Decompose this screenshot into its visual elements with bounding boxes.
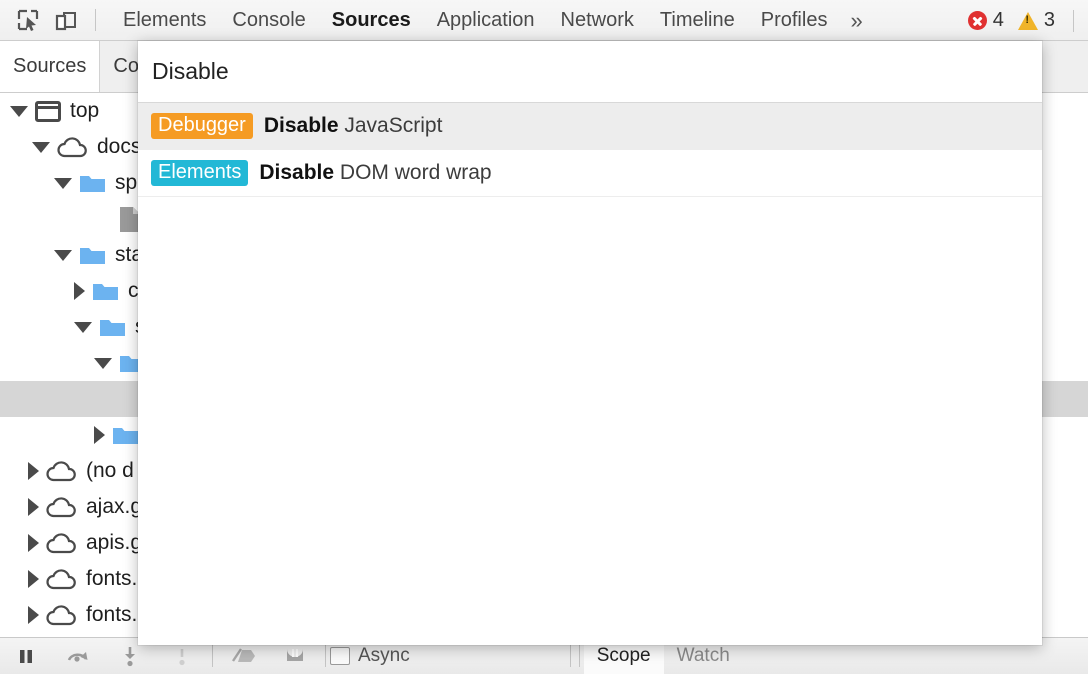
cloud-icon bbox=[46, 461, 77, 482]
issue-counters: 4 3 bbox=[968, 0, 1074, 41]
toolbar-divider bbox=[570, 645, 571, 667]
command-menu-results: Debugger Disable JavaScript Elements Dis… bbox=[138, 103, 1042, 645]
subtab-sources[interactable]: Sources bbox=[0, 41, 100, 92]
tree-spacer bbox=[94, 219, 112, 220]
toolbar-divider bbox=[212, 645, 213, 667]
more-tabs-chevron-icon[interactable]: » bbox=[840, 0, 872, 41]
toolbar-divider bbox=[579, 645, 580, 667]
frame-icon bbox=[35, 101, 61, 122]
async-checkbox[interactable] bbox=[330, 647, 350, 665]
devtools-window: Elements Console Sources Application Net… bbox=[0, 0, 1088, 674]
pause-icon[interactable] bbox=[0, 638, 52, 674]
command-menu-input[interactable] bbox=[138, 41, 1042, 102]
folder-icon bbox=[79, 173, 106, 194]
command-menu-item[interactable]: Elements Disable DOM word wrap bbox=[138, 150, 1042, 197]
warning-count: 3 bbox=[1044, 9, 1055, 32]
folder-icon bbox=[79, 245, 106, 266]
cloud-icon bbox=[46, 497, 77, 518]
chevron-down-icon[interactable] bbox=[32, 142, 50, 153]
tab-network[interactable]: Network bbox=[548, 0, 647, 41]
chevron-right-icon[interactable] bbox=[28, 498, 39, 516]
tree-item-label: top bbox=[70, 99, 105, 123]
toolbar-divider bbox=[95, 9, 96, 31]
folder-icon bbox=[92, 281, 119, 302]
tree-item-label: fonts. bbox=[86, 603, 143, 627]
tree-item-label: fonts. bbox=[86, 567, 143, 591]
chevron-right-icon[interactable] bbox=[28, 606, 39, 624]
command-category-badge: Elements bbox=[151, 160, 248, 186]
command-menu-item-label: Disable DOM word wrap bbox=[259, 161, 491, 185]
main-toolbar: Elements Console Sources Application Net… bbox=[0, 0, 1088, 41]
async-label: Async bbox=[358, 645, 410, 667]
step-over-icon[interactable] bbox=[52, 638, 104, 674]
chevron-right-icon[interactable] bbox=[28, 462, 39, 480]
folder-icon bbox=[112, 425, 139, 446]
tree-spacer bbox=[94, 399, 112, 400]
chevron-down-icon[interactable] bbox=[54, 178, 72, 189]
command-menu-input-row bbox=[138, 41, 1042, 103]
tab-profiles[interactable]: Profiles bbox=[748, 0, 841, 41]
tab-sources[interactable]: Sources bbox=[319, 0, 424, 41]
command-menu-dialog: Debugger Disable JavaScript Elements Dis… bbox=[138, 41, 1042, 645]
command-menu-item-label: Disable JavaScript bbox=[264, 114, 443, 138]
tree-item-label: (no d bbox=[86, 459, 140, 483]
cloud-icon bbox=[46, 569, 77, 590]
chevron-right-icon[interactable] bbox=[94, 426, 105, 444]
panel-tabs: Elements Console Sources Application Net… bbox=[110, 0, 873, 41]
device-toolbar-icon[interactable] bbox=[47, 0, 85, 41]
tab-timeline[interactable]: Timeline bbox=[647, 0, 748, 41]
tab-elements[interactable]: Elements bbox=[110, 0, 219, 41]
tab-console[interactable]: Console bbox=[219, 0, 318, 41]
toolbar-divider bbox=[325, 645, 326, 667]
command-match-text: Disable bbox=[264, 114, 339, 137]
inspect-element-icon[interactable] bbox=[9, 0, 47, 41]
warning-icon[interactable] bbox=[1018, 12, 1038, 30]
error-count: 4 bbox=[993, 9, 1004, 32]
command-menu-item[interactable]: Debugger Disable JavaScript bbox=[138, 103, 1042, 150]
tab-application[interactable]: Application bbox=[424, 0, 548, 41]
cloud-icon bbox=[57, 137, 88, 158]
chevron-down-icon[interactable] bbox=[94, 358, 112, 369]
command-match-text: Disable bbox=[259, 161, 334, 184]
cloud-icon bbox=[46, 605, 77, 626]
chevron-down-icon[interactable] bbox=[10, 106, 28, 117]
chevron-right-icon[interactable] bbox=[28, 570, 39, 588]
cloud-icon bbox=[46, 533, 77, 554]
chevron-right-icon[interactable] bbox=[74, 282, 85, 300]
folder-icon bbox=[99, 317, 126, 338]
error-icon[interactable] bbox=[968, 11, 987, 30]
command-rest-text: JavaScript bbox=[339, 114, 443, 137]
toolbar-divider-right bbox=[1073, 10, 1074, 32]
chevron-right-icon[interactable] bbox=[28, 534, 39, 552]
command-category-badge: Debugger bbox=[151, 113, 253, 139]
chevron-down-icon[interactable] bbox=[54, 250, 72, 261]
command-rest-text: DOM word wrap bbox=[334, 161, 492, 184]
chevron-down-icon[interactable] bbox=[74, 322, 92, 333]
